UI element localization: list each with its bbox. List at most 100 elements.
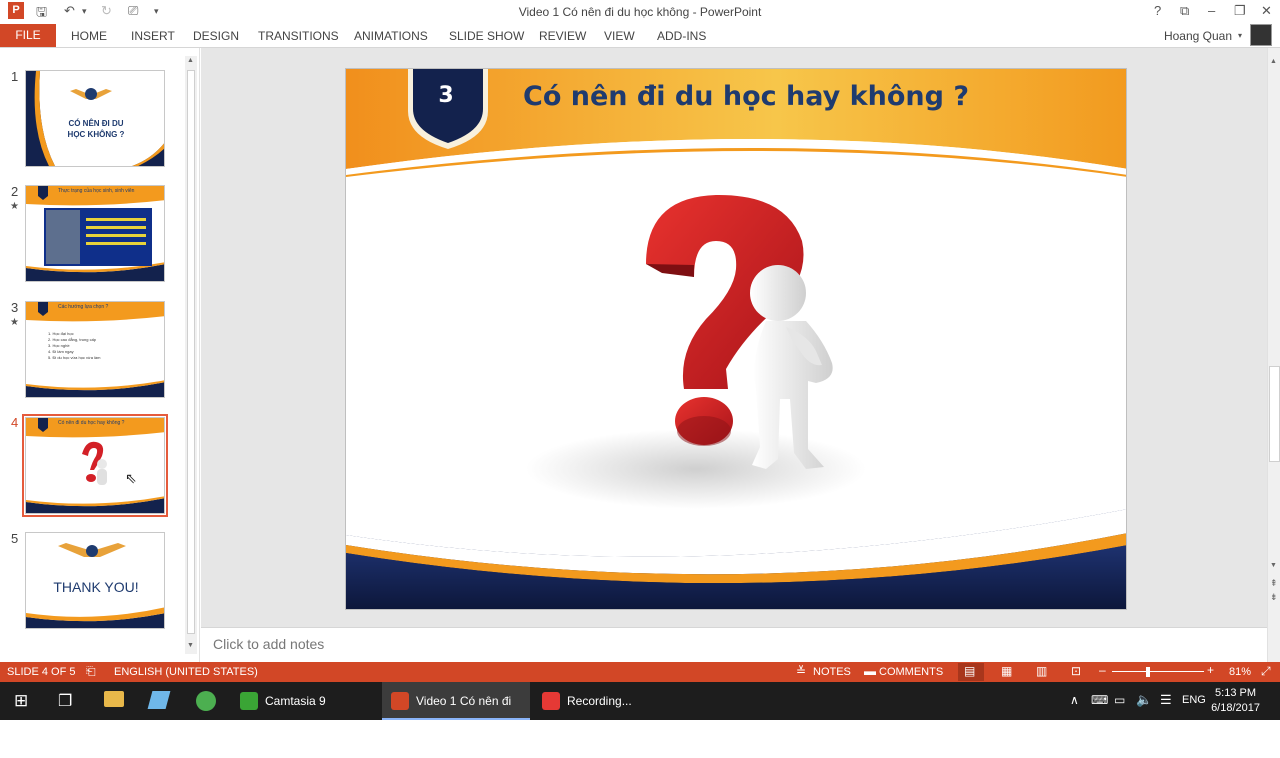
slide-thumbnail-2[interactable]: Thực trạng của học sinh, sinh viên <box>25 185 165 282</box>
zoom-slider-handle[interactable] <box>1146 667 1150 677</box>
slide-thumbnail-1[interactable]: CÓ NÊN ĐI DU HỌC KHÔNG ? <box>25 70 165 167</box>
recorder-icon <box>542 692 560 710</box>
slide-counter[interactable]: SLIDE 4 OF 5 <box>7 666 75 678</box>
scroll-down-icon[interactable]: ▼ <box>1270 562 1277 569</box>
taskbar-app-label: Video 1 Có nên đi d... <box>416 694 512 746</box>
clock[interactable]: 5:13 PM 6/18/2017 <box>1211 686 1260 716</box>
notes-button[interactable]: NOTES <box>813 666 851 678</box>
clock-time: 5:13 PM <box>1215 687 1257 699</box>
ribbon-display-options-icon[interactable]: ⧉ <box>1180 3 1189 19</box>
tab-slide-show[interactable]: SLIDE SHOW <box>449 29 524 43</box>
thumbnail-4-title: Có nên đi du học hay không ? <box>58 420 125 426</box>
app-icon[interactable] <box>196 691 216 711</box>
notes-pane[interactable]: Click to add notes <box>201 627 1267 662</box>
slide-background-art <box>346 69 1126 609</box>
thumbnail-4-art <box>26 418 164 513</box>
scroll-up-icon[interactable]: ▲ <box>1270 58 1277 65</box>
clock-date: 6/18/2017 <box>1211 702 1260 714</box>
tab-home[interactable]: HOME <box>71 29 107 43</box>
slide-thumbnail-5[interactable]: THANK YOU! <box>25 532 165 629</box>
zoom-out-icon[interactable]: – <box>1099 663 1106 677</box>
thumbnail-number: 3 <box>11 300 19 315</box>
cursor-icon: ⇖ <box>125 470 137 486</box>
tab-insert[interactable]: INSERT <box>131 29 175 43</box>
volume-icon[interactable]: 🔈 <box>1136 692 1152 708</box>
zoom-level[interactable]: 81% <box>1229 666 1251 678</box>
current-slide[interactable]: 3 Có nên đi du học hay không ? <box>345 68 1127 610</box>
avatar[interactable] <box>1250 24 1272 46</box>
input-method-icon[interactable]: ⌨ <box>1091 693 1108 707</box>
slide-thumbnail-3[interactable]: Các hướng lựa chọn ? 1. Học đại học 2. H… <box>25 301 165 398</box>
scroll-thumb[interactable] <box>187 70 195 634</box>
help-icon[interactable]: ? <box>1154 3 1161 18</box>
powerpoint-icon <box>391 692 409 710</box>
tab-review[interactable]: REVIEW <box>539 29 586 43</box>
animation-star-icon: ★ <box>10 317 19 328</box>
minimize-icon[interactable]: – <box>1208 3 1215 18</box>
thumbnail-number: 1 <box>11 69 19 84</box>
normal-view-icon: ▤ <box>964 664 976 678</box>
taskbar-app-powerpoint[interactable]: Video 1 Có nên đi d... <box>382 682 530 746</box>
file-explorer-icon[interactable] <box>104 691 124 707</box>
close-icon[interactable]: ✕ <box>1261 3 1272 19</box>
thumbnail-scrollbar[interactable]: ▲ ▼ <box>185 56 197 654</box>
app-icon[interactable] <box>147 691 171 709</box>
comments-button[interactable]: COMMENTS <box>879 666 943 678</box>
tab-transitions[interactable]: TRANSITIONS <box>258 29 339 43</box>
task-view-icon[interactable]: ❐ <box>58 691 72 711</box>
reading-view-icon[interactable]: ▥ <box>1036 664 1047 678</box>
notes-placeholder[interactable]: Click to add notes <box>213 636 324 652</box>
tab-animations[interactable]: ANIMATIONS <box>354 29 428 43</box>
thumbnail-5-title: THANK YOU! <box>53 579 139 595</box>
slide-thumbnail-4[interactable]: Có nên đi du học hay không ? ⇖ <box>22 414 168 517</box>
action-center-icon[interactable]: ☰ <box>1160 692 1172 708</box>
windows-start-icon[interactable]: ⊞ <box>14 691 28 711</box>
network-icon[interactable]: ▭ <box>1114 693 1125 707</box>
taskbar-app-label: Recording... <box>567 694 632 708</box>
windows-taskbar: ⊞ ❐ Camtasia 9 Video 1 Có nên đi d... Re… <box>0 682 1280 746</box>
restore-icon[interactable]: ❐ <box>1234 3 1246 19</box>
camtasia-icon <box>240 692 258 710</box>
tab-add-ins[interactable]: ADD-INS <box>657 29 706 43</box>
slide-number-badge: 3 <box>438 83 454 108</box>
previous-slide-icon[interactable]: ⇞ <box>1270 578 1278 589</box>
chevron-up-icon[interactable]: ∧ <box>1070 693 1079 707</box>
slide-title[interactable]: Có nên đi du học hay không ? <box>496 81 996 112</box>
slide-sorter-icon[interactable]: ▦ <box>1001 664 1012 678</box>
taskbar-app-label: Camtasia 9 <box>265 694 326 708</box>
scroll-thumb[interactable] <box>1269 366 1280 462</box>
scroll-down-icon[interactable]: ▼ <box>187 642 194 649</box>
title-bar: P 🖫 ↶ ▾ ↻ ⎚ ▾ Video 1 Có nên đi du học k… <box>0 0 1280 24</box>
language-indicator[interactable]: ENGLISH (UNITED STATES) <box>114 666 258 678</box>
next-slide-icon[interactable]: ⇟ <box>1270 592 1278 603</box>
language-indicator[interactable]: ENG <box>1182 694 1206 706</box>
window-title: Video 1 Có nên đi du học không - PowerPo… <box>518 5 762 19</box>
list-item: 5. Đi du học vừa học vừa làm <box>48 355 101 360</box>
tab-design[interactable]: DESIGN <box>193 29 239 43</box>
tab-view[interactable]: VIEW <box>604 29 635 43</box>
slide-show-icon[interactable]: ⊡ <box>1071 664 1081 678</box>
zoom-in-icon[interactable]: + <box>1207 663 1214 677</box>
zoom-slider[interactable] <box>1112 671 1204 672</box>
thumbnail-number: 2 <box>11 184 19 199</box>
taskbar-app-recording[interactable]: Recording... <box>532 682 678 720</box>
fit-slide-icon[interactable]: ⤢ <box>1261 664 1271 679</box>
thumbnail-2-title: Thực trạng của học sinh, sinh viên <box>58 188 135 194</box>
ribbon-tabs: FILE HOME INSERT DESIGN TRANSITIONS ANIM… <box>0 24 1280 48</box>
thumbnail-number: 5 <box>11 531 19 546</box>
status-bar: SLIDE 4 OF 5 ⎗ ENGLISH (UNITED STATES) ≚… <box>0 662 1280 682</box>
scroll-up-icon[interactable]: ▲ <box>187 57 194 64</box>
animation-star-icon: ★ <box>10 201 19 212</box>
thumbnail-1-title: CÓ NÊN ĐI DU HỌC KHÔNG ? <box>67 119 125 139</box>
slide-thumbnail-pane: 1 CÓ NÊN ĐI DU HỌC KHÔNG ? 2 ★ Thực trạn… <box>0 48 200 662</box>
user-dropdown-icon[interactable]: ▾ <box>1238 31 1242 40</box>
thumbnail-3-title: Các hướng lựa chọn ? <box>58 304 109 310</box>
spelling-icon[interactable]: ⎗ <box>86 664 96 679</box>
slide-scrollbar[interactable]: ▲ ▼ ⇞ ⇟ <box>1267 48 1280 662</box>
taskbar-app-camtasia[interactable]: Camtasia 9 <box>232 682 376 720</box>
notes-icon: ≚ <box>796 664 807 678</box>
tab-file[interactable]: FILE <box>0 24 56 47</box>
user-name[interactable]: Hoang Quan <box>1164 29 1232 43</box>
comment-icon: ▬ <box>864 664 876 678</box>
slide-editing-area: 3 Có nên đi du học hay không ? <box>201 48 1267 627</box>
